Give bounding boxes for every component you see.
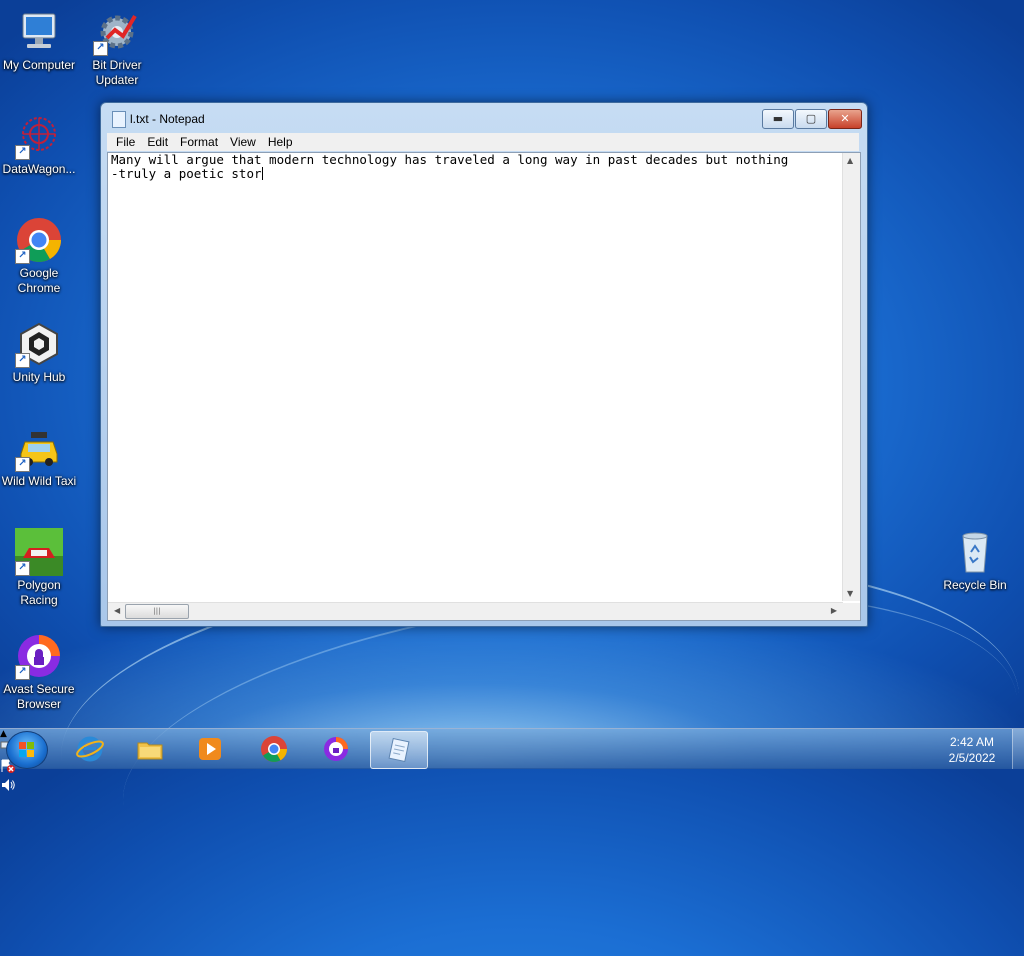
menu-file[interactable]: File xyxy=(107,133,141,151)
clock-time: 2:42 AM xyxy=(949,735,995,749)
taxi-icon: ↗ xyxy=(15,424,63,472)
text-editor[interactable]: Many will argue that modern technology h… xyxy=(107,152,861,621)
taskbar-notepad[interactable] xyxy=(370,731,428,769)
folder-icon xyxy=(136,735,164,763)
desktop-icon-label: Bit Driver Updater xyxy=(92,58,142,87)
taskbar-windows-media-player[interactable] xyxy=(184,731,236,767)
scroll-thumb[interactable]: ||| xyxy=(125,604,189,619)
taskbar-internet-explorer[interactable] xyxy=(64,731,116,767)
text-line-with-caret: -truly a poetic stor xyxy=(111,165,263,181)
desktop-icon-wild-wild-taxi[interactable]: ↗ Wild Wild Taxi xyxy=(1,424,77,489)
menu-bar: File Edit Format View Help xyxy=(107,133,859,151)
desktop-icon-label: My Computer xyxy=(2,58,76,72)
show-desktop-button[interactable] xyxy=(1012,729,1024,769)
desktop-icon-google-chrome[interactable]: ↗ Google Chrome xyxy=(1,216,77,296)
desktop-icon-label: Recycle Bin xyxy=(943,578,1007,592)
racing-icon: ↗ xyxy=(15,528,63,576)
desktop-icon-polygon-racing[interactable]: ↗ Polygon Racing xyxy=(1,528,77,608)
desktop-icon-recycle-bin[interactable]: Recycle Bin xyxy=(937,528,1013,593)
title-bar[interactable]: l.txt - Notepad ▬ ▢ ✕ xyxy=(101,103,867,133)
desktop-icon-label: DataWagon... xyxy=(2,162,76,176)
computer-icon xyxy=(15,8,63,56)
text-line: Many will argue that modern technology h… xyxy=(111,153,789,167)
unity-icon: ↗ xyxy=(15,320,63,368)
scroll-down-icon[interactable]: ▼ xyxy=(847,589,853,598)
scroll-up-icon[interactable]: ▲ xyxy=(847,156,853,165)
desktop-icon-label: Google Chrome xyxy=(17,266,61,295)
taskbar-file-explorer[interactable] xyxy=(124,731,176,767)
desktop-icon-avast-secure-browser[interactable]: ↗ Avast Secure Browser xyxy=(1,632,77,712)
shortcut-arrow-icon: ↗ xyxy=(15,561,30,576)
desktop-icon-label: Wild Wild Taxi xyxy=(1,474,77,488)
windows-logo-icon xyxy=(19,742,35,758)
text-area[interactable]: Many will argue that modern technology h… xyxy=(111,153,837,601)
shortcut-arrow-icon: ↗ xyxy=(15,249,30,264)
menu-format[interactable]: Format xyxy=(174,133,224,151)
scroll-left-icon[interactable]: ◀ xyxy=(114,606,120,615)
desktop-icon-label: Polygon Racing xyxy=(17,578,61,607)
desktop-icon-my-computer[interactable]: My Computer xyxy=(1,8,77,73)
chrome-icon xyxy=(260,735,288,763)
scroll-right-icon[interactable]: ▶ xyxy=(831,606,837,615)
desktop-icon-label: Avast Secure Browser xyxy=(3,682,75,711)
taskbar-avast-secure-browser[interactable] xyxy=(310,731,362,767)
horizontal-scrollbar[interactable]: ◀ ||| ▶ xyxy=(108,602,843,620)
notepad-window[interactable]: l.txt - Notepad ▬ ▢ ✕ File Edit Format View… xyxy=(100,102,868,627)
chrome-icon: ↗ xyxy=(15,216,63,264)
datawagon-icon: ↗ xyxy=(15,112,63,160)
shortcut-arrow-icon: ↗ xyxy=(15,457,30,472)
shortcut-arrow-icon: ↗ xyxy=(15,145,30,160)
minimize-button[interactable]: ▬ xyxy=(762,109,794,129)
vertical-scrollbar[interactable]: ▲ ▼ xyxy=(842,153,860,601)
close-button[interactable]: ✕ xyxy=(828,109,862,129)
menu-view[interactable]: View xyxy=(224,133,262,151)
avast-icon xyxy=(322,735,350,763)
gear-icon: ↗ xyxy=(93,8,141,56)
taskbar-google-chrome[interactable] xyxy=(248,731,300,767)
media-player-icon xyxy=(196,735,224,763)
recycle-bin-icon xyxy=(951,528,999,576)
desktop-icon-unity-hub[interactable]: ↗ Unity Hub xyxy=(1,320,77,385)
internet-explorer-icon xyxy=(76,735,104,763)
scrollbar-corner xyxy=(843,603,860,620)
desktop-icon-datawagon[interactable]: ↗ DataWagon... xyxy=(1,112,77,177)
notepad-icon xyxy=(112,111,126,128)
shortcut-arrow-icon: ↗ xyxy=(15,353,30,368)
notepad-icon xyxy=(385,736,413,764)
shortcut-arrow-icon: ↗ xyxy=(93,41,108,56)
desktop-icon-label: Unity Hub xyxy=(12,370,66,384)
taskbar: ▲ 2:42 AM 2/5/2022 xyxy=(0,728,1024,791)
volume-icon[interactable] xyxy=(0,777,1024,796)
text-caret xyxy=(261,166,263,180)
menu-edit[interactable]: Edit xyxy=(141,133,174,151)
avast-icon: ↗ xyxy=(15,632,63,680)
maximize-button[interactable]: ▢ xyxy=(795,109,827,129)
window-title: l.txt - Notepad xyxy=(130,112,205,126)
shortcut-arrow-icon: ↗ xyxy=(15,665,30,680)
start-button[interactable] xyxy=(6,731,48,769)
clock[interactable]: 2:42 AM 2/5/2022 xyxy=(940,734,1004,766)
desktop-icon-bit-driver-updater[interactable]: ↗ Bit Driver Updater xyxy=(79,8,155,88)
clock-date: 2/5/2022 xyxy=(948,751,996,765)
menu-help[interactable]: Help xyxy=(262,133,299,151)
